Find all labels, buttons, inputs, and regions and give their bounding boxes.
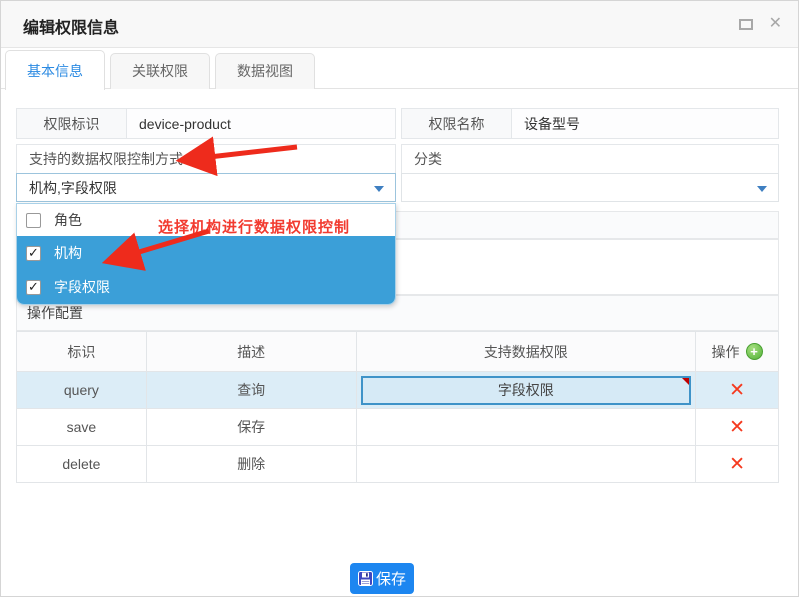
tab-basic-info[interactable]: 基本信息 <box>5 50 105 90</box>
perm-id-input[interactable]: device-product <box>127 109 395 138</box>
data-perm-select-value: 机构,字段权限 <box>29 178 117 198</box>
cell-desc: 保存 <box>147 409 357 446</box>
data-perm-cell-editor[interactable]: 字段权限 <box>361 376 691 405</box>
table-row-delete[interactable]: delete 删除 ✕ <box>17 446 779 483</box>
checkbox-icon[interactable] <box>26 213 41 228</box>
table-row-query[interactable]: query 查询 字段权限 ✕ <box>17 372 779 409</box>
dropdown-item-label: 机构 <box>54 243 82 263</box>
cell-operation: ✕ <box>696 409 779 446</box>
perm-id-label: 权限标识 <box>17 109 127 138</box>
checkbox-checked-icon[interactable] <box>26 246 41 261</box>
perm-id-group: 权限标识 device-product <box>16 108 396 139</box>
dropdown-item-field-perm[interactable]: 字段权限 <box>17 270 395 304</box>
cell-data-perm[interactable] <box>357 409 697 446</box>
dropdown-item-label: 角色 <box>54 210 82 230</box>
tab-bar: 基本信息 关联权限 数据视图 <box>1 48 798 89</box>
table-header-row: 标识 描述 支持数据权限 操作 + <box>17 332 779 372</box>
caret-down-icon <box>374 186 384 192</box>
category-select[interactable] <box>401 173 779 202</box>
maximize-icon[interactable] <box>739 19 753 30</box>
dropdown-item-label: 字段权限 <box>54 277 110 297</box>
data-perm-label: 支持的数据权限控制方式 <box>16 144 396 174</box>
perm-name-group: 权限名称 设备型号 <box>401 108 779 139</box>
perm-name-label: 权限名称 <box>402 109 512 138</box>
col-header-operation: 操作 + <box>696 332 779 372</box>
cell-operation: ✕ <box>696 372 779 409</box>
col-header-operation-label: 操作 <box>712 342 740 362</box>
tab-data-view[interactable]: 数据视图 <box>215 53 315 89</box>
dialog-title: 编辑权限信息 <box>23 14 119 38</box>
annotation-text: 选择机构进行数据权限控制 <box>158 216 350 237</box>
category-label: 分类 <box>401 144 779 174</box>
cell-data-perm[interactable] <box>357 446 697 483</box>
delete-row-icon[interactable]: ✕ <box>729 418 745 437</box>
cell-operation: ✕ <box>696 446 779 483</box>
col-header-id: 标识 <box>17 332 147 372</box>
close-icon[interactable]: ✕ <box>769 18 782 30</box>
corner-mark-icon <box>682 378 689 385</box>
cell-editor-value: 字段权限 <box>498 380 554 400</box>
save-button-label: 保存 <box>376 568 406 589</box>
perm-name-input[interactable]: 设备型号 <box>512 109 778 138</box>
cell-id: query <box>17 372 147 409</box>
caret-down-icon <box>757 186 767 192</box>
window-buttons: ✕ <box>739 18 782 30</box>
cell-id: delete <box>17 446 147 483</box>
operations-table: 标识 描述 支持数据权限 操作 + query 查询 字段权限 ✕ save <box>16 331 779 483</box>
tab-related-permissions[interactable]: 关联权限 <box>110 53 210 89</box>
delete-row-icon[interactable]: ✕ <box>729 455 745 474</box>
save-button[interactable]: 保存 <box>350 563 414 594</box>
checkbox-checked-icon[interactable] <box>26 280 41 295</box>
floppy-disk-icon <box>358 571 373 586</box>
data-perm-select[interactable]: 机构,字段权限 <box>16 173 396 202</box>
add-row-icon[interactable]: + <box>746 343 763 360</box>
col-header-data-perm: 支持数据权限 <box>357 332 697 372</box>
col-header-desc: 描述 <box>147 332 357 372</box>
cell-data-perm: 字段权限 <box>357 372 697 409</box>
delete-row-icon[interactable]: ✕ <box>729 381 745 400</box>
dialog-titlebar: 编辑权限信息 ✕ <box>1 1 798 48</box>
dropdown-item-org[interactable]: 机构 <box>17 236 395 270</box>
cell-desc: 查询 <box>147 372 357 409</box>
table-row-save[interactable]: save 保存 ✕ <box>17 409 779 446</box>
cell-id: save <box>17 409 147 446</box>
edit-permission-dialog: 编辑权限信息 ✕ 基本信息 关联权限 数据视图 权限标识 device-prod… <box>0 0 799 597</box>
cell-desc: 删除 <box>147 446 357 483</box>
